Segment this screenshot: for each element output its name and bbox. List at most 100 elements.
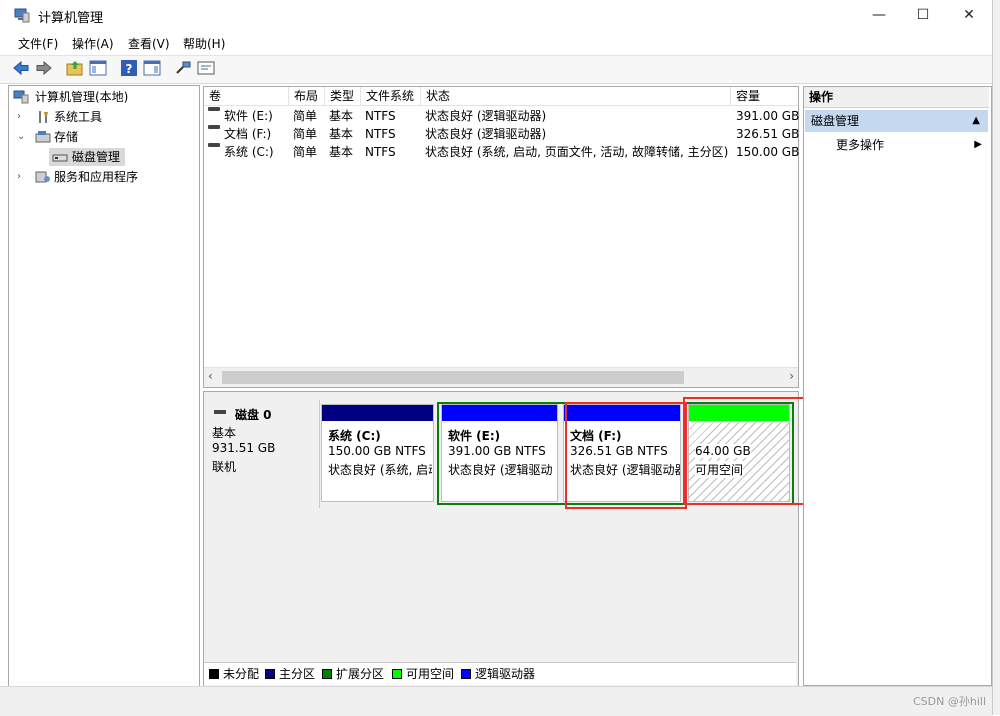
show-hide-tree-icon[interactable] — [89, 59, 107, 77]
tree-item-root[interactable]: 计算机管理(本地) — [13, 88, 193, 106]
scrollbar-thumb[interactable] — [222, 371, 684, 384]
tree-label: 系统工具 — [54, 110, 103, 124]
watermark: CSDN @孙hill — [913, 695, 986, 708]
action-pane-icon[interactable] — [143, 59, 161, 77]
table-cell: 基本 — [329, 145, 354, 159]
legend-label: 扩展分区 — [336, 667, 385, 681]
table-cell: 状态良好 (系统, 启动, 页面文件, 活动, 故障转储, 主分区) — [425, 145, 729, 159]
legend-swatch-unallocated — [209, 669, 219, 679]
more-actions-item[interactable]: 更多操作 ▶ — [805, 135, 988, 155]
table-cell: 状态良好 (逻辑驱动器) — [425, 109, 547, 123]
column-header-layout[interactable]: 布局 — [289, 87, 325, 106]
drive-icon — [208, 143, 220, 147]
disk-name: 磁盘 0 — [235, 408, 272, 422]
highlight-box-f — [565, 402, 687, 509]
partition-status: 状态良好 (系统, 启动 — [328, 463, 432, 477]
minimize-button[interactable]: — — [856, 0, 902, 30]
actions-section-label: 磁盘管理 — [811, 114, 860, 128]
status-bar — [0, 686, 992, 716]
table-cell[interactable]: 系统 (C:) — [224, 143, 274, 161]
more-actions-label: 更多操作 — [836, 138, 885, 152]
legend-swatch-extended — [322, 669, 332, 679]
legend-label: 可用空间 — [406, 667, 455, 681]
scroll-left-icon[interactable]: ‹ — [208, 369, 213, 383]
menu-action[interactable]: 操作(A) — [72, 35, 114, 52]
legend-swatch-primary — [265, 669, 275, 679]
partition-title: 系统 (C:) — [328, 429, 381, 443]
horizontal-scrollbar[interactable]: ‹ › — [204, 367, 798, 387]
close-button[interactable]: ✕ — [946, 0, 992, 30]
services-icon — [35, 171, 50, 183]
svg-text:?: ? — [126, 62, 133, 76]
window-title: 计算机管理 — [38, 11, 104, 26]
tree-label: 服务和应用程序 — [54, 170, 139, 184]
partition-color-bar — [322, 405, 433, 421]
disk-type: 基本 — [212, 426, 237, 440]
tree-label: 磁盘管理 — [72, 150, 121, 164]
collapse-chevron-icon[interactable]: ⌄ — [17, 128, 25, 146]
title-bar — [0, 0, 992, 30]
actions-section-disk-management[interactable]: 磁盘管理 ▲ — [805, 110, 988, 132]
partition-e[interactable]: 软件 (E:) 391.00 GB NTFS 状态良好 (逻辑驱动 — [441, 404, 558, 502]
table-cell: 391.00 GB — [736, 109, 800, 123]
partition-c[interactable]: 系统 (C:) 150.00 GB NTFS 状态良好 (系统, 启动 — [321, 404, 434, 502]
table-cell[interactable]: 软件 (E:) — [224, 107, 273, 125]
menu-view[interactable]: 查看(V) — [128, 35, 170, 52]
tree-item-storage[interactable]: ⌄ 存储 — [13, 128, 193, 146]
actions-title: 操作 — [809, 90, 834, 104]
table-cell: 简单 — [293, 127, 318, 141]
legend-label: 逻辑驱动器 — [475, 667, 536, 681]
table-cell: NTFS — [365, 127, 396, 141]
drive-icon — [208, 125, 220, 129]
connect-icon[interactable] — [174, 59, 192, 77]
back-arrow-icon[interactable] — [12, 59, 30, 77]
table-cell[interactable]: 文档 (F:) — [224, 125, 271, 143]
partition-status: 状态良好 (逻辑驱动 — [448, 463, 553, 477]
column-header-capacity[interactable]: 容量 — [731, 87, 798, 106]
scroll-right-icon[interactable]: › — [789, 369, 794, 383]
highlight-box-free-space — [683, 397, 812, 505]
menu-help[interactable]: 帮助(H) — [183, 35, 225, 52]
table-cell: 状态良好 (逻辑驱动器) — [425, 127, 547, 141]
tree-item-system-tools[interactable]: › 系统工具 — [13, 108, 193, 126]
legend-label: 未分配 — [223, 667, 260, 681]
table-cell: 基本 — [329, 109, 354, 123]
table-cell: NTFS — [365, 109, 396, 123]
disk-status: 联机 — [212, 460, 237, 474]
properties-icon[interactable] — [197, 59, 215, 77]
actions-header: 操作 — [804, 87, 989, 108]
forward-arrow-icon[interactable] — [35, 59, 53, 77]
table-cell: 简单 — [293, 145, 318, 159]
column-header-status[interactable]: 状态 — [421, 87, 731, 106]
actions-pane — [803, 86, 992, 686]
tree-item-disk-management[interactable]: 磁盘管理 — [49, 148, 125, 166]
navigation-tree: 计算机管理(本地) › 系统工具 ⌄ 存储 磁盘管理 › 服务和应用程序 — [8, 85, 200, 687]
computer-management-icon — [14, 8, 30, 23]
volume-list: 卷 布局 类型 文件系统 状态 容量 软件 (E:) 简单 基本 NTFS 状态… — [203, 86, 799, 388]
column-header-type[interactable]: 类型 — [325, 87, 361, 106]
partition-color-bar — [442, 405, 557, 421]
tree-label: 计算机管理(本地) — [35, 90, 129, 104]
disk-icon — [214, 410, 226, 414]
maximize-button[interactable]: ☐ — [900, 0, 946, 30]
expand-chevron-icon[interactable]: › — [17, 168, 21, 186]
disk-size: 931.51 GB — [212, 441, 276, 455]
table-cell: 150.00 GB — [736, 145, 800, 159]
collapse-arrow-icon[interactable]: ▲ — [972, 110, 980, 132]
menu-file[interactable]: 文件(F) — [18, 35, 58, 52]
partition-size: 391.00 GB NTFS — [448, 444, 546, 458]
table-cell: NTFS — [365, 145, 396, 159]
up-folder-icon[interactable] — [66, 59, 84, 77]
drive-icon — [208, 107, 220, 111]
table-cell: 简单 — [293, 109, 318, 123]
column-header-volume[interactable]: 卷 — [204, 87, 289, 106]
disk-icon — [52, 154, 68, 162]
disk-info[interactable]: 磁盘 0 基本 931.51 GB 联机 — [204, 400, 320, 508]
help-icon[interactable]: ? — [120, 59, 138, 77]
storage-icon — [35, 131, 51, 143]
table-cell: 基本 — [329, 127, 354, 141]
computer-management-icon — [13, 90, 29, 104]
expand-chevron-icon[interactable]: › — [17, 108, 21, 126]
tree-item-services-apps[interactable]: › 服务和应用程序 — [13, 168, 193, 186]
column-header-filesystem[interactable]: 文件系统 — [361, 87, 421, 106]
